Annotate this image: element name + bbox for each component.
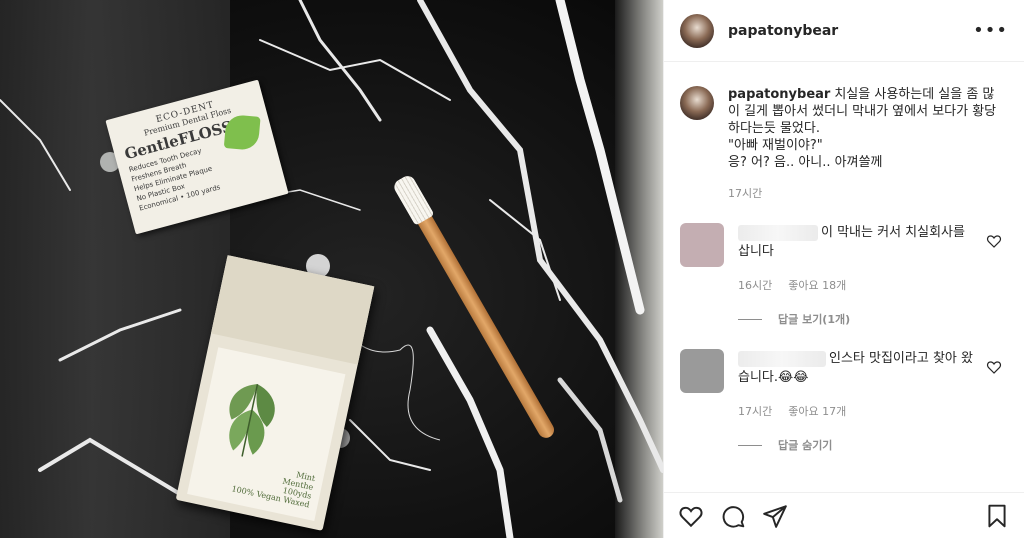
caption: papatonybear 치실을 사용하는데 실을 좀 많이 길게 뽑아서 썼더니… bbox=[728, 86, 998, 171]
caption-username[interactable]: papatonybear bbox=[728, 87, 830, 102]
comment-time[interactable]: 17시간 bbox=[738, 403, 772, 419]
comment-body: 인스타 맛집이라고 찾아 왔습니다.😂😂 bbox=[738, 349, 978, 393]
post-username[interactable]: papatonybear bbox=[728, 23, 838, 39]
caption-row: papatonybear 치실을 사용하는데 실을 좀 많이 길게 뽑아서 썼더니… bbox=[680, 86, 1008, 171]
heart-icon[interactable] bbox=[678, 503, 704, 529]
caption-time[interactable]: 17시간 bbox=[728, 185, 1008, 201]
floss-box-front: Mint Menthe 100yds 100% Vegan Waxed bbox=[187, 347, 346, 521]
view-replies-button[interactable]: 답글 보기(1개) bbox=[738, 311, 1008, 327]
blurred-username bbox=[738, 350, 826, 367]
post-photo[interactable]: ECO-DENT Premium Dental Floss GentleFLOS… bbox=[0, 0, 663, 538]
post-header: papatonybear ••• bbox=[664, 0, 1024, 62]
caption-line: "아빠 재벌이야?" bbox=[728, 138, 823, 153]
mint-leaf-icon bbox=[229, 384, 275, 457]
floss-box-label: Mint Menthe 100yds 100% Vegan Waxed bbox=[231, 458, 316, 509]
more-horizontal-icon[interactable]: ••• bbox=[973, 20, 1008, 41]
blurred-username bbox=[738, 224, 818, 241]
comment-meta: 16시간 좋아요 18개 bbox=[738, 277, 1008, 293]
comment-meta: 17시간 좋아요 17개 bbox=[738, 403, 1008, 419]
caption-line: 응? 어? 음.. 아니.. 아껴쓸께 bbox=[728, 155, 883, 170]
comment-time[interactable]: 16시간 bbox=[738, 277, 772, 293]
comment-avatar[interactable] bbox=[680, 223, 724, 267]
comment: 인스타 맛집이라고 찾아 왔습니다.😂😂 bbox=[680, 349, 1008, 393]
replies-label: 답글 보기(1개) bbox=[778, 313, 851, 326]
caption-avatar[interactable] bbox=[680, 86, 714, 120]
post-side-panel: papatonybear ••• papatonybear 치실을 사용하는데 실… bbox=[663, 0, 1024, 538]
bookmark-icon[interactable] bbox=[984, 503, 1010, 529]
heart-icon[interactable] bbox=[986, 359, 1002, 375]
replies-label: 답글 숨기기 bbox=[778, 439, 833, 452]
replies-divider bbox=[738, 444, 762, 446]
comment: 이 막내는 커서 치실회사를 삽니다 bbox=[680, 223, 1008, 267]
comment-likes[interactable]: 좋아요 18개 bbox=[788, 277, 846, 293]
avatar[interactable] bbox=[680, 13, 714, 48]
share-icon[interactable] bbox=[762, 503, 788, 529]
comments-section: papatonybear 치실을 사용하는데 실을 좀 많이 길게 뽑아서 썼더니… bbox=[664, 62, 1024, 453]
comment-avatar[interactable] bbox=[680, 349, 724, 393]
comment-icon[interactable] bbox=[720, 503, 746, 529]
comment-body: 이 막내는 커서 치실회사를 삽니다 bbox=[738, 223, 978, 267]
action-bar bbox=[664, 492, 1024, 538]
heart-icon[interactable] bbox=[986, 233, 1002, 249]
instagram-post: ECO-DENT Premium Dental Floss GentleFLOS… bbox=[0, 0, 1024, 538]
hide-replies-button[interactable]: 답글 숨기기 bbox=[738, 437, 1008, 453]
comment-likes[interactable]: 좋아요 17개 bbox=[788, 403, 846, 419]
replies-divider bbox=[738, 318, 762, 320]
